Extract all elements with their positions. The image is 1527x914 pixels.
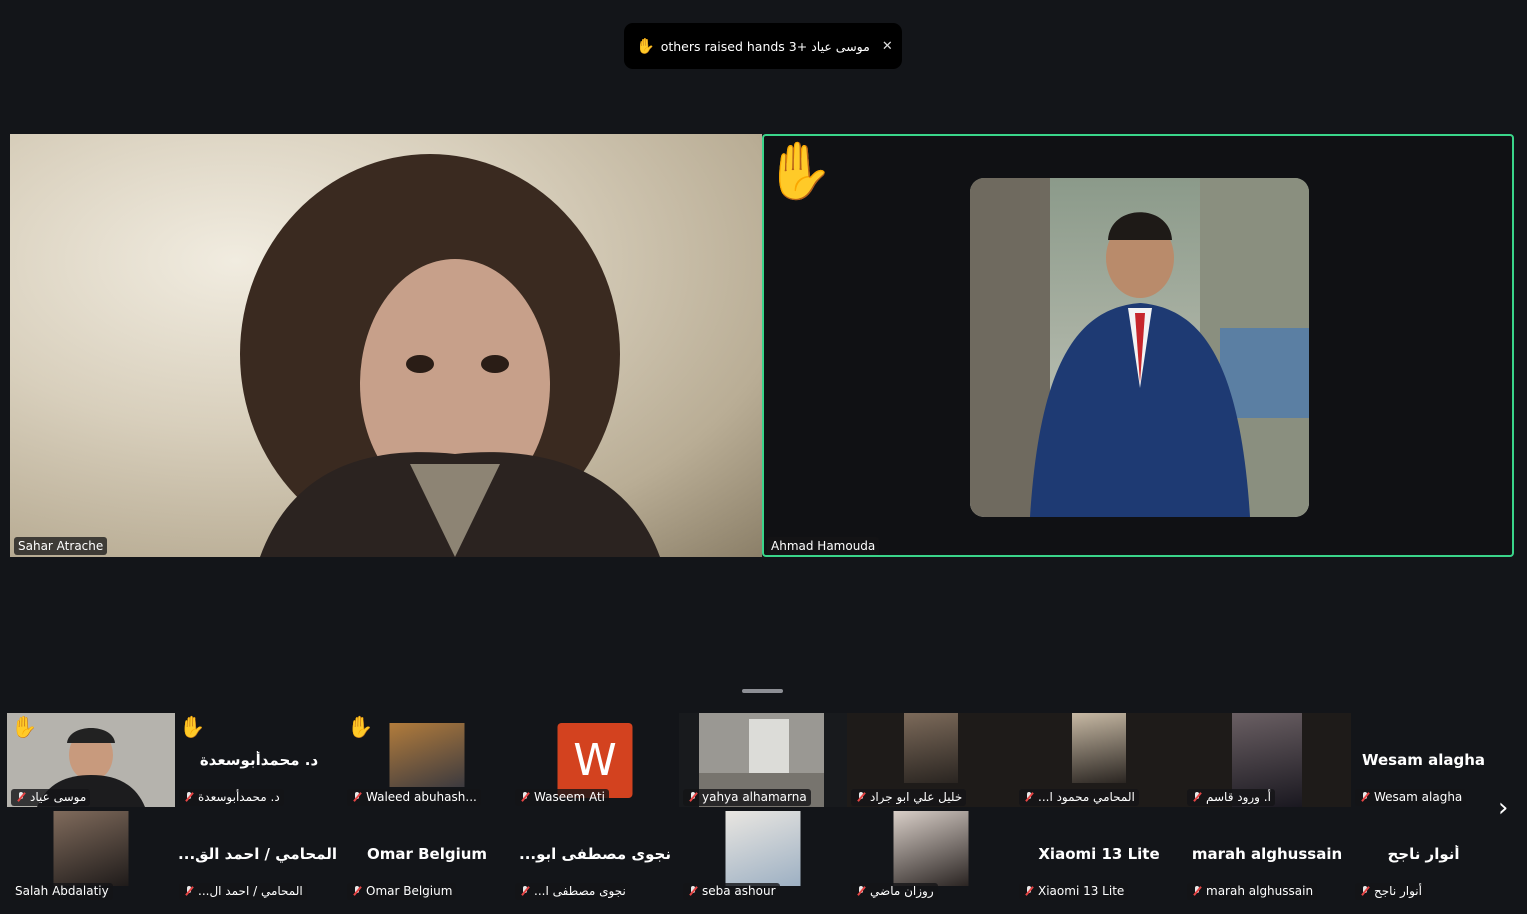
thumb-name-label: نجوى مصطفى ا... [515, 883, 630, 900]
mic-muted-icon [183, 885, 195, 897]
profile-photo [53, 811, 129, 886]
raised-hands-banner: ✋ موسى عياد +3 others raised hands ✕ [624, 23, 902, 69]
participant-name-label: Sahar Atrache [14, 537, 108, 555]
profile-photo [389, 723, 465, 787]
participant-display-name: د. محمدأبوسعدة [199, 751, 319, 769]
profile-photo [1072, 713, 1126, 783]
participant-thumb[interactable]: Omar Belgium Omar Belgium [343, 807, 511, 901]
participant-thumb[interactable]: روزان ماضي [847, 807, 1015, 901]
thumb-name-label: Xiaomi 13 Lite [1019, 883, 1129, 900]
profile-photo [970, 178, 1309, 517]
thumb-name-label: Omar Belgium [347, 883, 457, 900]
participant-thumb[interactable]: المحامي محمود ا... [1015, 713, 1183, 807]
participant-name-label: Ahmad Hamouda [767, 537, 880, 555]
participant-display-name: Omar Belgium [366, 845, 488, 863]
participant-thumb[interactable]: yahya alhamarna [679, 713, 847, 807]
participant-thumb[interactable]: خليل علي ابو جراد [847, 713, 1015, 807]
thumb-name-label: Waleed abuhash... [347, 789, 481, 806]
raised-hands-text: موسى عياد +3 others raised hands [660, 38, 870, 54]
mic-muted-icon [1023, 791, 1035, 803]
mic-muted-icon [1191, 885, 1203, 897]
profile-photo [904, 713, 958, 783]
thumb-name-label: خليل علي ابو جراد [851, 789, 967, 806]
thumb-name-label: روزان ماضي [851, 883, 938, 900]
panel-drag-handle[interactable] [742, 689, 783, 693]
mic-muted-icon [1023, 885, 1035, 897]
participant-thumb[interactable]: ✋ د. محمدأبوسعدة د. محمدأبوسعدة [175, 713, 343, 807]
profile-photo [725, 811, 801, 886]
close-icon[interactable]: ✕ [876, 39, 899, 54]
participant-display-name: marah alghussain [1191, 845, 1343, 863]
thumb-name-label: yahya alhamarna [683, 789, 811, 806]
mic-muted-icon [351, 885, 363, 897]
thumb-name-label: marah alghussain [1187, 883, 1318, 900]
participant-display-name: أنوار ناجح [1387, 845, 1460, 863]
participant-display-name: المحامي / احمد الق... [178, 845, 337, 863]
mic-muted-icon [687, 885, 699, 897]
participant-thumb[interactable]: أ. ورود قاسم [1183, 713, 1351, 807]
thumb-name-label: Wesam alagha [1355, 789, 1467, 806]
video-tile-sahar-atrache[interactable]: Sahar Atrache [10, 134, 762, 557]
raised-hand-icon: ✋ [179, 715, 206, 739]
participant-display-name: Wesam alagha [1361, 751, 1485, 769]
mic-muted-icon [351, 791, 363, 803]
thumb-name-label: أنوار ناجح [1355, 883, 1426, 900]
raised-hand-icon: ✋ [636, 37, 655, 55]
avatar-letter: W [557, 723, 633, 798]
mic-muted-icon [15, 791, 27, 803]
raised-hand-icon: ✋ [764, 139, 834, 204]
participant-thumb[interactable]: Wesam alagha Wesam alagha [1351, 713, 1496, 807]
participant-thumb[interactable]: marah alghussain marah alghussain [1183, 807, 1351, 901]
thumb-name-label: المحامي / احمد ال... [179, 883, 307, 900]
participant-thumbnail-grid: ✋ موسى عياد ✋ د. محمدأبوسعدة د. محمدأبوس… [7, 713, 1351, 901]
thumb-name-label: seba ashour [683, 883, 780, 900]
mic-muted-icon [183, 791, 195, 803]
participant-display-name: نجوى مصطفى ابو... [519, 845, 671, 863]
mic-muted-icon [1359, 885, 1371, 897]
participant-thumb[interactable]: seba ashour [679, 807, 847, 901]
mic-muted-icon [855, 885, 867, 897]
mic-muted-icon [687, 791, 699, 803]
participant-thumb[interactable]: Salah Abdalatiy [7, 807, 175, 901]
mic-muted-icon [1191, 791, 1203, 803]
mic-muted-icon [519, 791, 531, 803]
mic-muted-icon [855, 791, 867, 803]
raised-hand-icon: ✋ [347, 715, 374, 739]
participant-thumb[interactable]: ✋ Waleed abuhash... [343, 713, 511, 807]
participant-video [240, 154, 660, 557]
participant-thumb[interactable]: أنوار ناجح أنوار ناجح [1351, 807, 1496, 901]
chevron-right-icon[interactable]: › [1498, 793, 1508, 823]
participant-thumb[interactable]: المحامي / احمد الق... المحامي / احمد ال.… [175, 807, 343, 901]
participant-display-name: Xiaomi 13 Lite [1038, 845, 1160, 863]
thumb-name-label: موسى عياد [11, 789, 91, 806]
profile-photo [893, 811, 969, 886]
participant-thumb[interactable]: نجوى مصطفى ابو... نجوى مصطفى ا... [511, 807, 679, 901]
thumb-name-label: د. محمدأبوسعدة [179, 789, 284, 806]
thumb-name-label: المحامي محمود ا... [1019, 789, 1139, 806]
thumb-name-label: أ. ورود قاسم [1187, 789, 1275, 806]
thumb-name-label: Salah Abdalatiy [11, 883, 113, 900]
participant-thumb[interactable]: ✋ موسى عياد [7, 713, 175, 807]
raised-hand-icon: ✋ [11, 715, 38, 739]
participant-thumb[interactable]: Xiaomi 13 Lite Xiaomi 13 Lite [1015, 807, 1183, 901]
mic-muted-icon [519, 885, 531, 897]
thumb-name-label: Waseem Ati [515, 789, 610, 806]
video-tile-ahmad-hamouda[interactable]: ✋ Ahmad Hamouda [762, 134, 1514, 557]
mic-muted-icon [1359, 791, 1371, 803]
participant-thumb[interactable]: W Waseem Ati [511, 713, 679, 807]
